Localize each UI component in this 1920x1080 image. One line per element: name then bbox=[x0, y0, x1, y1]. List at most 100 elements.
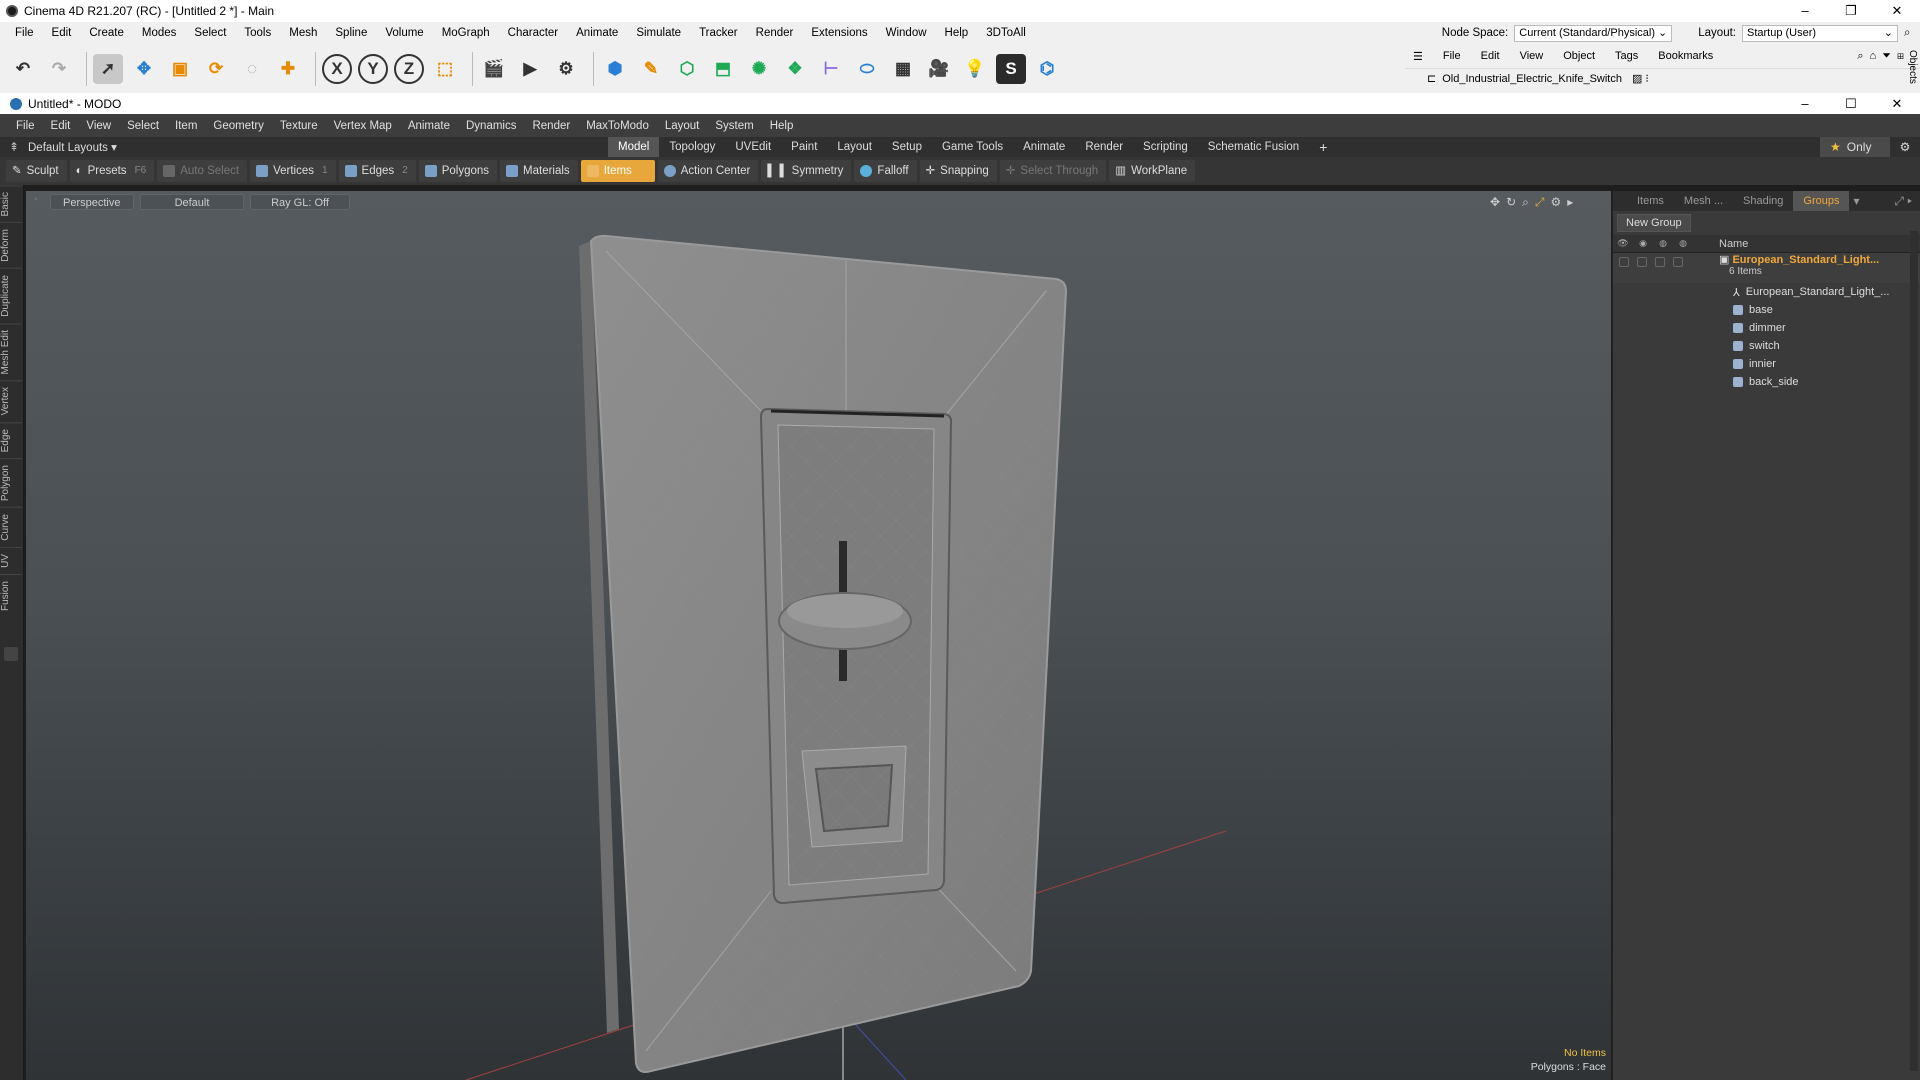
tab-scripting[interactable]: Scripting bbox=[1133, 137, 1198, 157]
modo-menu-dynamics[interactable]: Dynamics bbox=[458, 120, 524, 132]
vtab-duplicate[interactable]: Duplicate bbox=[0, 268, 22, 323]
c4d-menu-3dtoall[interactable]: 3DToAll bbox=[977, 27, 1035, 39]
vtab-fusion[interactable]: Fusion bbox=[0, 573, 22, 617]
list-item[interactable]: switch bbox=[1613, 337, 1920, 355]
vtab-polygon[interactable]: Polygon bbox=[0, 458, 22, 508]
modo-menu-file[interactable]: File bbox=[8, 120, 43, 132]
spline-pen-icon[interactable]: ✎ bbox=[636, 54, 666, 84]
list-item[interactable]: dimmer bbox=[1613, 319, 1920, 337]
c4d-menu-tools[interactable]: Tools bbox=[235, 27, 280, 39]
move-icon[interactable]: ✥ bbox=[129, 54, 159, 84]
c4d-menu-volume[interactable]: Volume bbox=[376, 27, 432, 39]
c4d-menu-edit[interactable]: Edit bbox=[43, 27, 81, 39]
om-menu-file[interactable]: File bbox=[1443, 50, 1461, 62]
workplane-button[interactable]: ▥ WorkPlane bbox=[1109, 160, 1196, 182]
om-menu-view[interactable]: View bbox=[1520, 50, 1544, 62]
panel-scrollbar[interactable] bbox=[1910, 231, 1918, 1071]
3d-viewport[interactable] bbox=[26, 191, 1611, 1080]
tab-setup[interactable]: Setup bbox=[882, 137, 932, 157]
select-through-button[interactable]: ✛ Select Through bbox=[999, 160, 1107, 182]
vertices-button[interactable]: Vertices 1 bbox=[250, 160, 336, 182]
only-toggle[interactable]: ★ Only bbox=[1820, 137, 1890, 157]
tabs-dropdown-icon[interactable]: ▾ bbox=[1853, 194, 1859, 208]
render-toggle-icon[interactable] bbox=[1637, 257, 1647, 267]
orbit-icon[interactable]: ↻ bbox=[1506, 195, 1516, 210]
search-icon[interactable]: ⌕ bbox=[1904, 27, 1920, 40]
om-menu-bookmarks[interactable]: Bookmarks bbox=[1658, 50, 1713, 62]
node-space-dropdown[interactable]: Current (Standard/Physical) ⌄ bbox=[1514, 24, 1673, 42]
tab-layout[interactable]: Layout bbox=[827, 137, 882, 157]
tab-groups[interactable]: Groups bbox=[1793, 191, 1850, 211]
edges-button[interactable]: Edges 2 bbox=[338, 160, 416, 182]
modo-menu-vertex-map[interactable]: Vertex Map bbox=[326, 120, 400, 132]
expand-arrow-icon[interactable]: ▸ bbox=[1567, 195, 1573, 210]
c4d-menu-window[interactable]: Window bbox=[877, 27, 936, 39]
tab-mesh[interactable]: Mesh ... bbox=[1674, 191, 1733, 211]
action-center-button[interactable]: Action Center bbox=[657, 160, 759, 182]
cube-icon[interactable]: ⬢ bbox=[600, 54, 630, 84]
c4d-menu-spline[interactable]: Spline bbox=[326, 27, 376, 39]
panel-toggle-icon[interactable] bbox=[4, 646, 18, 661]
modo-menu-maxtomodo[interactable]: MaxToModo bbox=[578, 120, 657, 132]
tab-shading[interactable]: Shading bbox=[1733, 191, 1793, 211]
tab-topology[interactable]: Topology bbox=[659, 137, 725, 157]
tab-render[interactable]: Render bbox=[1075, 137, 1133, 157]
modo-menu-edit[interactable]: Edit bbox=[43, 120, 79, 132]
redo-icon[interactable]: ↷ bbox=[44, 54, 74, 84]
om-object-row[interactable]: ⊏ Old_Industrial_Electric_Knife_Switch ▨… bbox=[1405, 68, 1920, 88]
c4d-menu-select[interactable]: Select bbox=[185, 27, 235, 39]
minimize-icon[interactable]: – bbox=[1782, 0, 1828, 22]
extrude-icon[interactable]: ⬒ bbox=[708, 54, 738, 84]
minimize-icon[interactable]: – bbox=[1782, 93, 1828, 115]
x-axis-icon[interactable]: X bbox=[322, 53, 352, 84]
objects-side-tab[interactable]: Objects bbox=[1907, 50, 1918, 84]
modo-menu-select[interactable]: Select bbox=[119, 120, 167, 132]
tab-game-tools[interactable]: Game Tools bbox=[932, 137, 1013, 157]
vtab-mesh-edit[interactable]: Mesh Edit bbox=[0, 322, 22, 381]
modo-menu-view[interactable]: View bbox=[78, 120, 119, 132]
eye-toggle-icon[interactable] bbox=[1619, 257, 1629, 267]
om-menu-edit[interactable]: Edit bbox=[1481, 50, 1500, 62]
plugin-s-icon[interactable]: S bbox=[996, 53, 1026, 84]
lock-toggle-icon[interactable] bbox=[1655, 257, 1665, 267]
modo-menu-texture[interactable]: Texture bbox=[272, 120, 326, 132]
camera-icon[interactable]: 🎥 bbox=[924, 54, 954, 84]
hamburger-icon[interactable]: ☰ bbox=[1413, 50, 1423, 63]
modo-menu-geometry[interactable]: Geometry bbox=[205, 120, 272, 132]
panel-expand-icon[interactable]: ⤢ ▸ bbox=[1894, 194, 1912, 209]
live-select-icon[interactable]: ◌ bbox=[237, 54, 267, 84]
symmetry-button[interactable]: ▌▐ Symmetry bbox=[761, 160, 852, 182]
vtab-vertex[interactable]: Vertex bbox=[0, 380, 22, 422]
subdivision-icon[interactable]: ⬡ bbox=[672, 54, 702, 84]
close-icon[interactable]: ✕ bbox=[1874, 0, 1920, 22]
render-view-icon[interactable]: 🎬 bbox=[479, 54, 509, 84]
c4d-menu-create[interactable]: Create bbox=[80, 27, 133, 39]
c4d-menu-file[interactable]: File bbox=[6, 27, 43, 39]
c4d-menu-animate[interactable]: Animate bbox=[567, 27, 627, 39]
modo-menu-render[interactable]: Render bbox=[524, 120, 578, 132]
vtab-uv[interactable]: UV bbox=[0, 546, 22, 574]
vtab-basic[interactable]: Basic bbox=[0, 185, 22, 223]
vtab-edge[interactable]: Edge bbox=[0, 421, 22, 459]
render-settings-icon[interactable]: ⚙ bbox=[551, 54, 581, 84]
c4d-menu-modes[interactable]: Modes bbox=[133, 27, 186, 39]
new-group-button[interactable]: New Group bbox=[1617, 214, 1691, 232]
deformer-icon[interactable]: ⊢ bbox=[816, 54, 846, 84]
coordinate-system-icon[interactable]: ⬚ bbox=[430, 54, 460, 84]
modo-menu-animate[interactable]: Animate bbox=[400, 120, 458, 132]
c4d-menu-mesh[interactable]: Mesh bbox=[280, 27, 326, 39]
list-item[interactable]: innier bbox=[1613, 355, 1920, 373]
select-toggle-icon[interactable] bbox=[1673, 257, 1683, 267]
tab-uvedit[interactable]: UVEdit bbox=[725, 137, 781, 157]
restore-icon[interactable]: ❐ bbox=[1828, 0, 1874, 22]
c4d-menu-tracker[interactable]: Tracker bbox=[690, 27, 747, 39]
c4d-menu-character[interactable]: Character bbox=[499, 27, 568, 39]
c4d-menu-mograph[interactable]: MoGraph bbox=[433, 27, 499, 39]
select-cursor-icon[interactable]: ➚ bbox=[93, 53, 123, 84]
modo-menu-item[interactable]: Item bbox=[167, 120, 205, 132]
falloff-button[interactable]: Falloff bbox=[854, 160, 917, 182]
om-tools-icons[interactable]: ⌕⌂⏷⊞ bbox=[1857, 50, 1910, 63]
sculpt-button[interactable]: ✎ Sculpt bbox=[6, 160, 67, 182]
add-tab-button[interactable]: + bbox=[1309, 137, 1337, 157]
gear-icon[interactable]: ⚙ bbox=[1890, 140, 1920, 154]
